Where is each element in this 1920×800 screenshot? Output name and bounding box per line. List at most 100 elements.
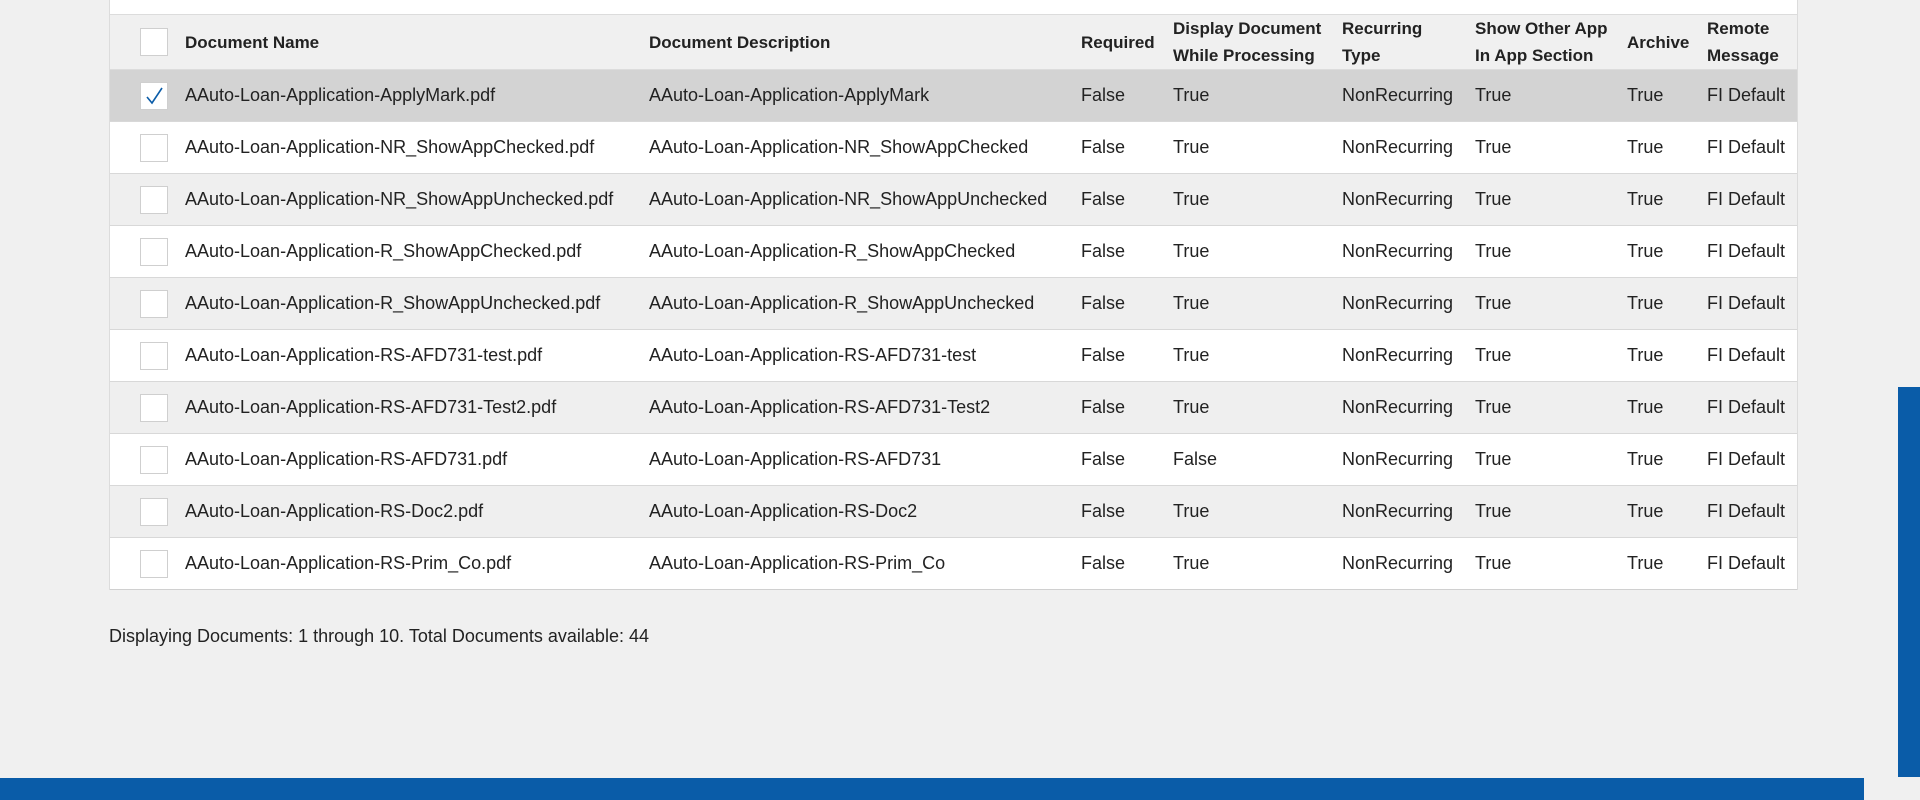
cell-display-while-processing: True <box>1173 501 1210 521</box>
cell-display-while-processing: False <box>1173 449 1218 469</box>
column-header-recurring-type[interactable]: Recurring Type <box>1342 15 1475 70</box>
cell-document-name: AAuto-Loan-Application-RS-AFD731.pdf <box>185 449 508 469</box>
cell-archive: True <box>1627 189 1664 209</box>
cell-required: False <box>1081 501 1126 521</box>
cell-recurring-type: NonRecurring <box>1342 189 1454 209</box>
row-select-cell <box>110 538 185 590</box>
cell-document-description: AAuto-Loan-Application-NR_ShowAppUncheck… <box>649 189 1048 209</box>
row-select-cell <box>110 278 185 330</box>
header-line: Display Document <box>1173 19 1322 38</box>
table-row[interactable]: AAuto-Loan-Application-R_ShowAppChecked.… <box>110 225 1797 278</box>
row-checkbox[interactable] <box>140 341 168 370</box>
column-header-document-name[interactable]: Document Name <box>185 15 649 70</box>
cell-required: False <box>1081 137 1126 157</box>
cell-recurring-type: NonRecurring <box>1342 449 1454 469</box>
checkmark-icon <box>146 87 163 104</box>
table-header-row: Document Name Document Description Requi… <box>110 15 1797 70</box>
bottom-bar <box>0 778 1864 800</box>
table-row[interactable]: AAuto-Loan-Application-RS-AFD731.pdf AAut… <box>110 433 1797 486</box>
table-row[interactable]: AAuto-Loan-Application-NR_ShowAppUncheck… <box>110 173 1797 226</box>
cell-show-other-app: True <box>1475 345 1512 365</box>
cell-remote-message: FI Default <box>1707 137 1786 157</box>
table-body: AAuto-Loan-Application-ApplyMark.pdf AAut… <box>110 69 1797 590</box>
row-checkbox[interactable] <box>140 81 168 110</box>
cell-show-other-app: True <box>1475 553 1512 573</box>
cell-remote-message: FI Default <box>1707 397 1786 417</box>
documents-table-container: Document Name Document Description Requi… <box>109 0 1798 590</box>
row-select-cell <box>110 226 185 278</box>
cell-display-while-processing: True <box>1173 85 1210 105</box>
table-row[interactable]: AAuto-Loan-Application-RS-Doc2.pdf AAuto-… <box>110 485 1797 538</box>
cell-required: False <box>1081 241 1126 261</box>
column-header-required[interactable]: Required <box>1081 15 1173 70</box>
header-line: In App Section <box>1475 46 1594 65</box>
cell-document-description: AAuto-Loan-Application-RS-Prim_Co <box>649 553 946 573</box>
row-select-cell <box>110 434 185 486</box>
row-select-cell <box>110 486 185 538</box>
row-select-cell <box>110 122 185 174</box>
cell-display-while-processing: True <box>1173 293 1210 313</box>
column-header-archive[interactable]: Archive <box>1627 15 1707 70</box>
cell-display-while-processing: True <box>1173 553 1210 573</box>
cell-document-description: AAuto-Loan-Application-RS-AFD731-test <box>649 345 977 365</box>
cell-archive: True <box>1627 449 1664 469</box>
cell-document-description: AAuto-Loan-Application-R_ShowAppChecked <box>649 241 1016 261</box>
cell-document-name: AAuto-Loan-Application-R_ShowAppChecked.… <box>185 241 582 261</box>
row-checkbox[interactable] <box>140 549 168 578</box>
header-line: Remote <box>1707 19 1770 38</box>
column-header-display-while-processing[interactable]: Display Document While Processing <box>1173 15 1342 70</box>
cell-remote-message: FI Default <box>1707 553 1786 573</box>
cell-required: False <box>1081 345 1126 365</box>
header-line: While Processing <box>1173 46 1315 65</box>
cell-recurring-type: NonRecurring <box>1342 553 1454 573</box>
column-header-show-other-app[interactable]: Show Other App In App Section <box>1475 15 1627 70</box>
row-checkbox[interactable] <box>140 289 168 318</box>
cell-archive: True <box>1627 345 1664 365</box>
row-checkbox[interactable] <box>140 445 168 474</box>
cell-display-while-processing: True <box>1173 189 1210 209</box>
cell-archive: True <box>1627 397 1664 417</box>
cell-show-other-app: True <box>1475 137 1512 157</box>
table-row[interactable]: AAuto-Loan-Application-RS-AFD731-Test2.p… <box>110 381 1797 434</box>
cell-document-name: AAuto-Loan-Application-R_ShowAppUnchecke… <box>185 293 601 313</box>
cell-display-while-processing: True <box>1173 241 1210 261</box>
cell-recurring-type: NonRecurring <box>1342 241 1454 261</box>
cell-archive: True <box>1627 137 1664 157</box>
cell-document-description: AAuto-Loan-Application-NR_ShowAppChecked <box>649 137 1029 157</box>
cell-archive: True <box>1627 85 1664 105</box>
cell-show-other-app: True <box>1475 293 1512 313</box>
row-checkbox[interactable] <box>140 237 168 266</box>
row-checkbox[interactable] <box>140 185 168 214</box>
header-select-cell <box>110 15 185 70</box>
scrollbar-thumb[interactable] <box>1898 387 1920 777</box>
row-checkbox[interactable] <box>140 133 168 162</box>
cell-archive: True <box>1627 553 1664 573</box>
table-row[interactable]: AAuto-Loan-Application-R_ShowAppUnchecke… <box>110 277 1797 330</box>
table-row[interactable]: AAuto-Loan-Application-RS-AFD731-test.pd… <box>110 329 1797 382</box>
pagination-status: Displaying Documents: 1 through 10. Tota… <box>109 626 649 646</box>
cell-required: False <box>1081 293 1126 313</box>
cell-document-description: AAuto-Loan-Application-RS-AFD731-Test2 <box>649 397 991 417</box>
cell-remote-message: FI Default <box>1707 189 1786 209</box>
cell-remote-message: FI Default <box>1707 501 1786 521</box>
cell-required: False <box>1081 397 1126 417</box>
column-header-remote-message[interactable]: Remote Message <box>1707 15 1797 70</box>
row-checkbox[interactable] <box>140 497 168 526</box>
column-header-document-description[interactable]: Document Description <box>649 15 1081 70</box>
table-row[interactable]: AAuto-Loan-Application-ApplyMark.pdf AAut… <box>110 69 1797 122</box>
cell-show-other-app: True <box>1475 85 1512 105</box>
cell-show-other-app: True <box>1475 449 1512 469</box>
cell-show-other-app: True <box>1475 501 1512 521</box>
select-all-checkbox[interactable] <box>140 28 168 56</box>
table-row[interactable]: AAuto-Loan-Application-RS-Prim_Co.pdf AAu… <box>110 537 1797 590</box>
cell-recurring-type: NonRecurring <box>1342 137 1454 157</box>
table-row[interactable]: AAuto-Loan-Application-NR_ShowAppChecked… <box>110 121 1797 174</box>
cell-required: False <box>1081 449 1126 469</box>
cell-display-while-processing: True <box>1173 137 1210 157</box>
row-checkbox[interactable] <box>140 393 168 422</box>
cell-archive: True <box>1627 293 1664 313</box>
cell-archive: True <box>1627 241 1664 261</box>
cell-required: False <box>1081 85 1126 105</box>
row-select-cell <box>110 174 185 226</box>
cell-remote-message: FI Default <box>1707 293 1786 313</box>
